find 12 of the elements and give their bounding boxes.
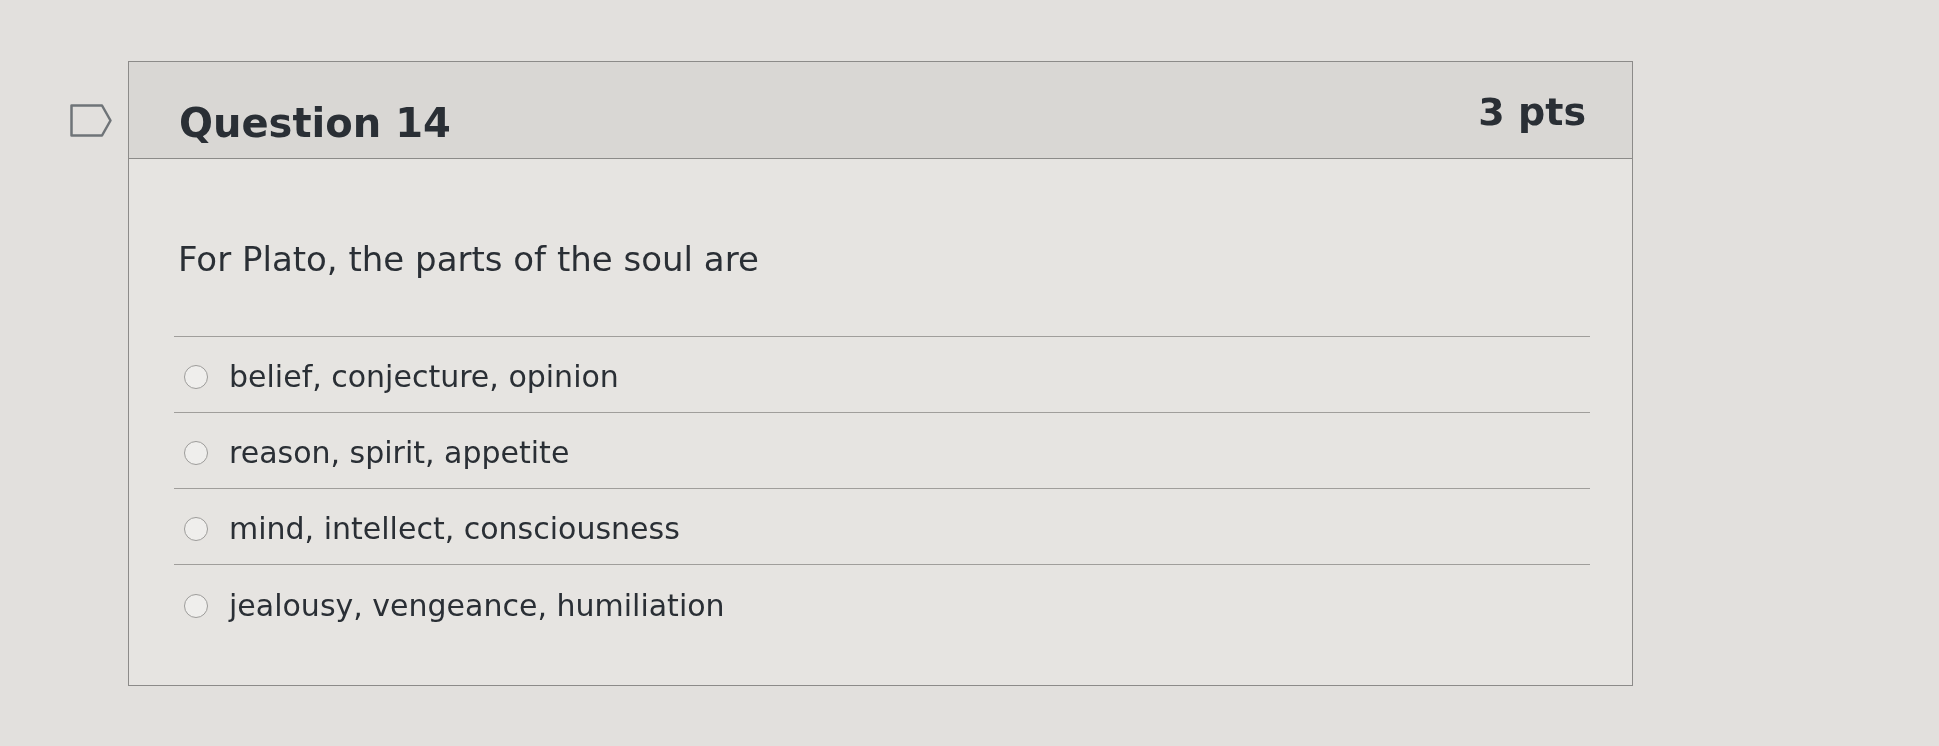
answer-label[interactable]: jealousy, vengeance, humiliation (229, 587, 725, 624)
points-label: 3 pts (1478, 89, 1586, 136)
answer-label[interactable]: belief, conjecture, opinion (229, 359, 619, 395)
radio-button[interactable] (184, 365, 208, 389)
radio-button[interactable] (184, 517, 208, 541)
answer-label[interactable]: reason, spirit, appetite (229, 435, 570, 471)
question-title: Question 14 (179, 99, 451, 147)
radio-button[interactable] (184, 441, 208, 465)
answer-label[interactable]: mind, intellect, consciousness (229, 511, 680, 547)
flag-icon[interactable] (70, 104, 112, 137)
radio-button[interactable] (184, 593, 208, 618)
question-text: For Plato, the parts of the soul are (178, 239, 759, 279)
